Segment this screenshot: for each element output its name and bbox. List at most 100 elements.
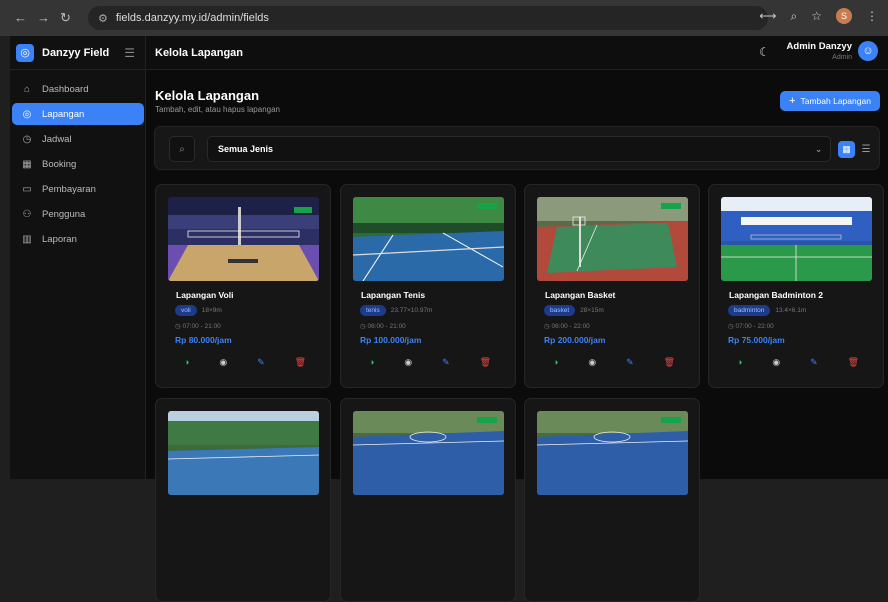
page-title: Kelola Lapangan	[155, 88, 260, 103]
browser-toolbar: ← → ↻ ⚙ fields.danzyy.my.id/admin/fields…	[0, 0, 888, 36]
address-bar[interactable]: ⚙ fields.danzyy.my.id/admin/fields	[88, 6, 768, 30]
field-photo-voli	[168, 197, 319, 281]
trash-icon[interactable]: 🗑	[480, 357, 491, 368]
sidebar-item-dashboard[interactable]: ⌂ Dashboard	[12, 78, 144, 100]
selected-type: Semua Jenis	[218, 144, 274, 154]
field-type-badge: basket	[544, 305, 576, 316]
toggle-status-icon[interactable]: ◑	[184, 357, 189, 368]
calendar-icon: ▦	[22, 158, 32, 170]
type-filter-select[interactable]: Semua Jenis ⌄	[207, 136, 831, 162]
clock-icon: ◷	[22, 133, 32, 145]
trash-icon[interactable]: 🗑	[295, 357, 306, 368]
filter-bar: ⌕ Semua Jenis ⌄ ▦ ☰	[154, 126, 880, 170]
reload-icon[interactable]: ↻	[60, 10, 71, 26]
profile-icon[interactable]: S	[836, 8, 852, 24]
user-name: Admin Danzyy	[786, 41, 852, 52]
toggle-status-icon[interactable]: ◑	[553, 357, 558, 368]
eye-icon[interactable]: ◉	[588, 357, 596, 368]
forward-icon[interactable]: →	[37, 10, 50, 26]
brand-name: Danzyy Field	[42, 46, 110, 59]
sidebar-item-label: Laporan	[42, 233, 77, 245]
field-size: 13.4×6.1m	[775, 307, 807, 314]
pencil-icon[interactable]: ✎	[257, 357, 265, 368]
search-button[interactable]: ⌕	[169, 136, 195, 162]
field-hours: 06:00 - 22:00	[551, 323, 590, 330]
site-settings-icon[interactable]: ⚙	[98, 12, 108, 25]
browser-menu-icon[interactable]: ⋮	[866, 9, 878, 23]
page-subtitle: Tambah, edit, atau hapus lapangan	[155, 105, 280, 114]
page-heading: Kelola Lapangan Tambah, edit, atau hapus…	[155, 88, 280, 114]
field-type-badge: badminton	[728, 305, 771, 316]
sidebar-item-label: Jadwal	[42, 133, 72, 145]
list-view-button[interactable]: ☰	[859, 141, 873, 158]
field-card: Lapangan Badminton 2 badminton 13.4×6.1m…	[708, 184, 884, 388]
sidebar-item-pengguna[interactable]: ⚇ Pengguna	[12, 203, 144, 225]
bookmark-star-icon[interactable]: ☆	[811, 9, 822, 23]
field-type-badge: voli	[175, 305, 197, 316]
sidebar-item-label: Dashboard	[42, 83, 89, 95]
eye-icon[interactable]: ◉	[219, 357, 227, 368]
trash-icon[interactable]: 🗑	[664, 357, 675, 368]
field-photo-tenis	[353, 197, 504, 281]
add-field-label: Tambah Lapangan	[800, 96, 871, 106]
url-text: fields.danzyy.my.id/admin/fields	[115, 12, 269, 24]
translate-icon[interactable]: ⟷	[759, 9, 776, 23]
field-photo-badminton	[721, 197, 872, 281]
sidebar-item-booking[interactable]: ▦ Booking	[12, 153, 144, 175]
field-photo-futsal-2	[537, 411, 688, 495]
field-hours: 07:00 - 22:00	[735, 323, 774, 330]
search-icon: ⌕	[179, 143, 185, 155]
field-type-badge: tenis	[360, 305, 386, 316]
sidebar: ◎ Danzyy Field ☰ ⌂ Dashboard ◎ Lapangan …	[10, 36, 146, 479]
sidebar-item-label: Lapangan	[42, 108, 85, 120]
sidebar-item-laporan[interactable]: ▥ Laporan	[12, 228, 144, 250]
field-card	[340, 398, 516, 602]
user-menu[interactable]: Admin Danzyy Admin ☺	[787, 41, 878, 61]
field-card: Lapangan Voli voli 18×9m ◷ 07:00 - 21:00…	[155, 184, 331, 388]
list-icon: ☰	[861, 144, 871, 155]
field-card	[524, 398, 700, 602]
eye-icon[interactable]: ◉	[404, 357, 412, 368]
toggle-status-icon[interactable]: ◑	[737, 357, 742, 368]
field-name: Lapangan Tenis	[361, 290, 426, 300]
grid-icon: ▦	[842, 144, 851, 154]
sidebar-item-jadwal[interactable]: ◷ Jadwal	[12, 128, 144, 150]
pencil-icon[interactable]: ✎	[626, 357, 634, 368]
field-card	[155, 398, 331, 602]
pencil-icon[interactable]: ✎	[810, 357, 818, 368]
field-size: 18×9m	[201, 307, 222, 314]
pencil-icon[interactable]: ✎	[442, 357, 450, 368]
field-photo-futsal-outdoor	[168, 411, 319, 495]
brand: ◎ Danzyy Field ☰	[10, 36, 145, 70]
top-header: Kelola Lapangan ☾ Admin Danzyy Admin ☺	[146, 36, 888, 70]
admin-app: ◎ Danzyy Field ☰ ⌂ Dashboard ◎ Lapangan …	[10, 36, 888, 602]
sidebar-item-label: Pengguna	[42, 208, 86, 220]
field-photo-basket	[537, 197, 688, 281]
main-content: Kelola Lapangan ☾ Admin Danzyy Admin ☺ K…	[146, 36, 888, 602]
sidebar-item-pembayaran[interactable]: ▭ Pembayaran	[12, 178, 144, 200]
field-hours: 06:00 - 21:00	[367, 323, 406, 330]
sidebar-toggle-icon[interactable]: ☰	[124, 46, 135, 60]
sidebar-item-label: Pembayaran	[42, 183, 96, 195]
field-name: Lapangan Basket	[545, 290, 616, 300]
eye-icon[interactable]: ◉	[772, 357, 780, 368]
grid-view-button[interactable]: ▦	[838, 141, 855, 158]
field-card: Lapangan Basket basket 28×15m ◷ 06:00 - …	[524, 184, 700, 388]
sidebar-item-lapangan[interactable]: ◎ Lapangan	[12, 103, 144, 125]
chart-icon: ▥	[22, 233, 32, 245]
user-role: Admin	[832, 54, 852, 61]
field-price: Rp 200.000/jam	[544, 335, 606, 345]
sidebar-menu: ⌂ Dashboard ◎ Lapangan ◷ Jadwal ▦ Bookin…	[10, 70, 145, 250]
trash-icon[interactable]: 🗑	[848, 357, 859, 368]
field-size: 28×15m	[580, 307, 604, 314]
avatar-icon[interactable]: ☺	[858, 41, 878, 61]
add-field-button[interactable]: + Tambah Lapangan	[780, 91, 880, 111]
field-price: Rp 80.000/jam	[175, 335, 232, 345]
moon-icon[interactable]: ☾	[759, 45, 775, 61]
toggle-status-icon[interactable]: ◑	[369, 357, 374, 368]
field-name: Lapangan Badminton 2	[729, 290, 823, 300]
back-icon[interactable]: ←	[14, 10, 27, 26]
chevron-down-icon: ⌄	[815, 144, 822, 154]
zoom-icon[interactable]: ⌕	[791, 9, 798, 24]
field-photo-futsal	[353, 411, 504, 495]
